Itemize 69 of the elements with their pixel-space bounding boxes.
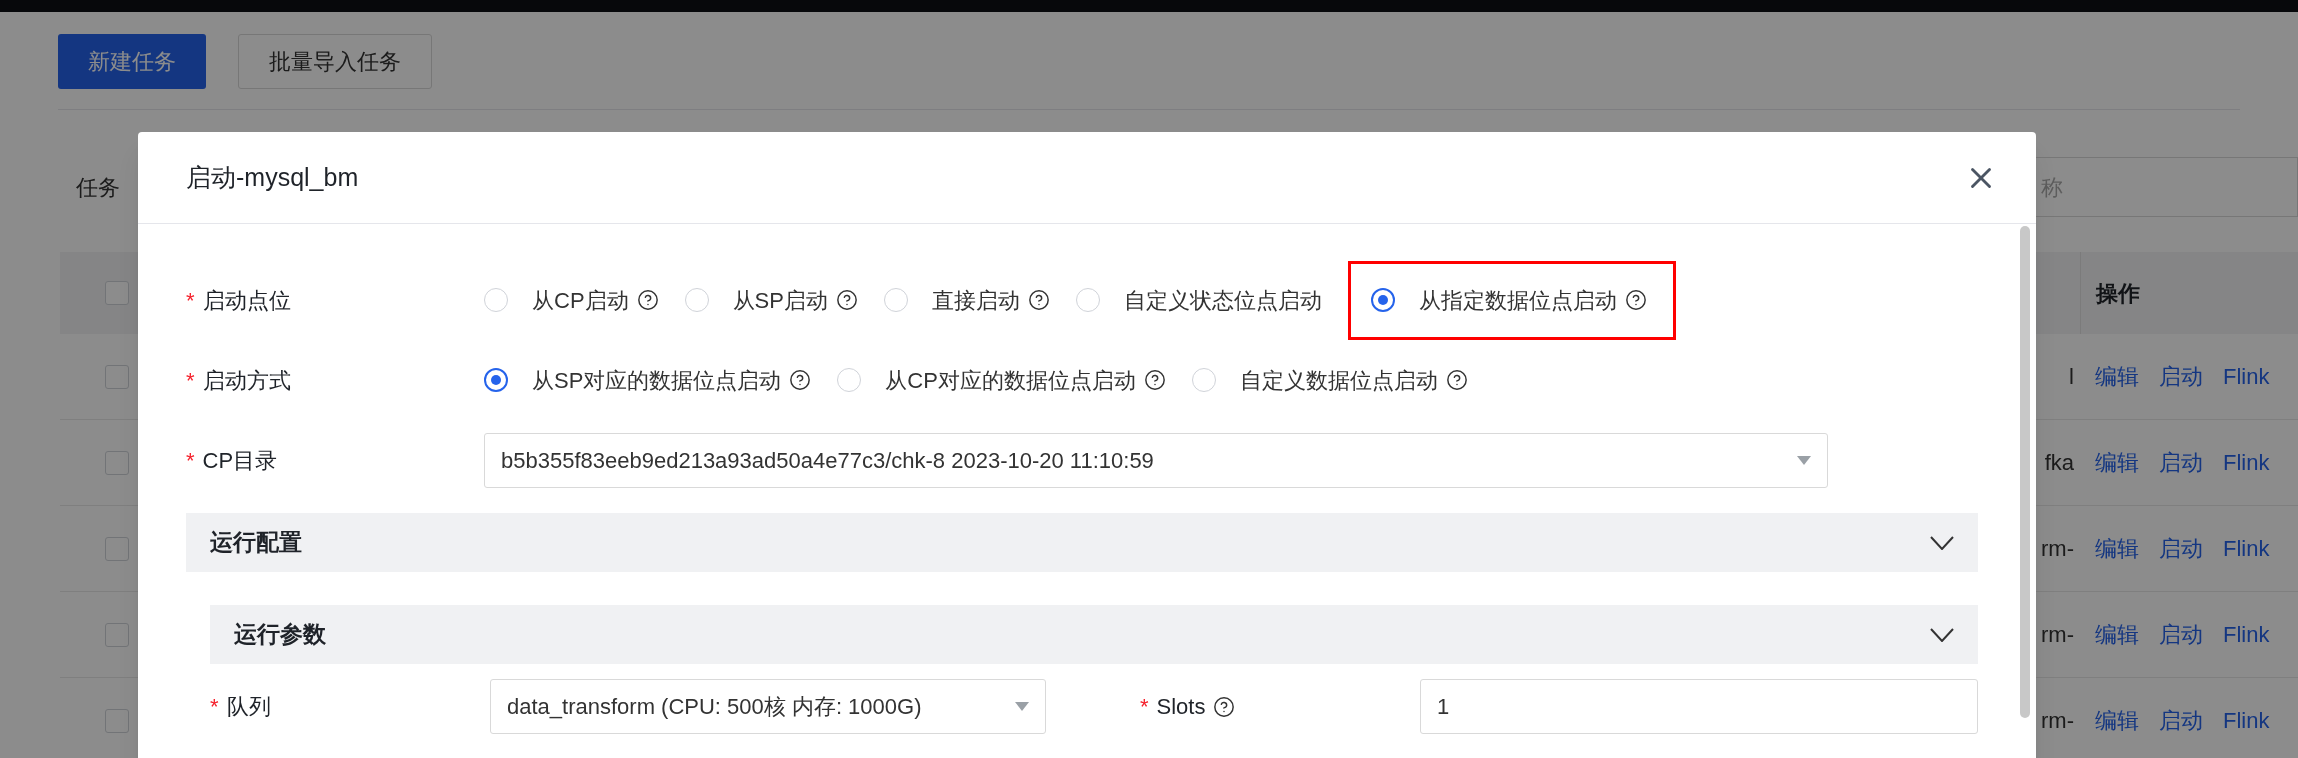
radio-option[interactable]: 从CP对应的数据位点启动	[837, 363, 1166, 397]
radio-button[interactable]	[484, 368, 508, 392]
radio-option[interactable]: 自定义状态位点启动	[1075, 283, 1322, 317]
table-cell-text: rm-	[2041, 535, 2075, 563]
field-label: CP目录	[202, 447, 278, 475]
section-header[interactable]: 运行参数	[210, 605, 1978, 664]
action-link[interactable]: Flink	[2223, 446, 2270, 479]
select-field[interactable]: b5b355f83eeb9ed213a93ad50a4e77c3/chk-8 2023-10-20 11:10:59	[484, 433, 1828, 488]
field-label: 启动方式	[202, 366, 291, 395]
input-field[interactable]: 1	[1420, 679, 1978, 734]
help-icon[interactable]	[1027, 289, 1050, 311]
action-link[interactable]: Flink	[2223, 360, 2270, 393]
checkbox[interactable]	[105, 364, 129, 389]
required-mark: *	[1140, 693, 1149, 721]
toolbar-button[interactable]: 新建任务	[58, 34, 206, 89]
toolbar-button[interactable]: 批量导入任务	[238, 34, 432, 89]
table-cell-text: fka	[2044, 449, 2075, 477]
radio-option[interactable]: 从指定数据位点启动	[1347, 260, 1676, 340]
column-header: 操作	[2096, 279, 2140, 308]
dropdown-caret-icon	[1015, 702, 1029, 711]
checkbox[interactable]	[105, 281, 129, 305]
required-mark: *	[186, 447, 195, 475]
field-label: 队列	[226, 693, 271, 721]
chevron-down-icon	[1930, 535, 1954, 550]
help-icon[interactable]	[1624, 289, 1647, 311]
action-link[interactable]: 编辑	[2095, 360, 2139, 393]
help-icon[interactable]	[636, 289, 659, 311]
action-link[interactable]: 编辑	[2095, 618, 2139, 651]
dialog-title: 启动-mysql_bm	[186, 161, 359, 193]
required-mark: *	[186, 286, 195, 315]
action-link[interactable]: 启动	[2159, 704, 2203, 737]
radio-option[interactable]: 从SP对应的数据位点启动	[484, 363, 812, 397]
select-field[interactable]: data_transform (CPU: 500核 内存: 1000G)	[490, 679, 1046, 734]
action-link[interactable]: Flink	[2223, 532, 2270, 565]
table-cell-text: l	[2069, 363, 2075, 391]
required-mark: *	[186, 366, 195, 395]
help-icon[interactable]	[1213, 695, 1236, 718]
radio-option[interactable]: 直接启动	[883, 283, 1050, 317]
radio-option[interactable]: 从CP启动	[484, 283, 659, 317]
field-label: 启动点位	[202, 286, 291, 315]
help-icon[interactable]	[1143, 369, 1166, 391]
section-header[interactable]: 运行配置	[186, 513, 1978, 572]
action-link[interactable]: 编辑	[2095, 532, 2139, 565]
checkbox[interactable]	[105, 622, 129, 647]
action-link[interactable]: 编辑	[2095, 446, 2139, 479]
radio-option[interactable]: 自定义数据位点启动	[1191, 363, 1468, 397]
action-link[interactable]: Flink	[2223, 704, 2270, 737]
action-link[interactable]: 启动	[2159, 618, 2203, 651]
field-label: Slots	[1156, 693, 1206, 721]
help-icon[interactable]	[789, 369, 812, 391]
checkbox[interactable]	[105, 708, 129, 733]
radio-option[interactable]: 从SP启动	[684, 283, 858, 317]
checkbox[interactable]	[105, 536, 129, 561]
chevron-down-icon	[1930, 627, 1954, 642]
required-mark: *	[210, 693, 219, 721]
action-link[interactable]: 编辑	[2095, 704, 2139, 737]
help-icon[interactable]	[1445, 369, 1468, 391]
scrollbar[interactable]	[2020, 226, 2030, 718]
action-link[interactable]: 启动	[2159, 360, 2203, 393]
table-cell-text: rm-	[2041, 621, 2075, 649]
table-cell-text: rm-	[2041, 707, 2075, 735]
action-link[interactable]: Flink	[2223, 618, 2270, 651]
action-link[interactable]: 启动	[2159, 446, 2203, 479]
filter-label: 任务	[76, 173, 120, 202]
radio-button[interactable]	[1370, 288, 1395, 312]
help-icon[interactable]	[835, 289, 858, 311]
action-link[interactable]: 启动	[2159, 532, 2203, 565]
checkbox[interactable]	[105, 450, 129, 475]
dropdown-caret-icon	[1797, 456, 1811, 465]
